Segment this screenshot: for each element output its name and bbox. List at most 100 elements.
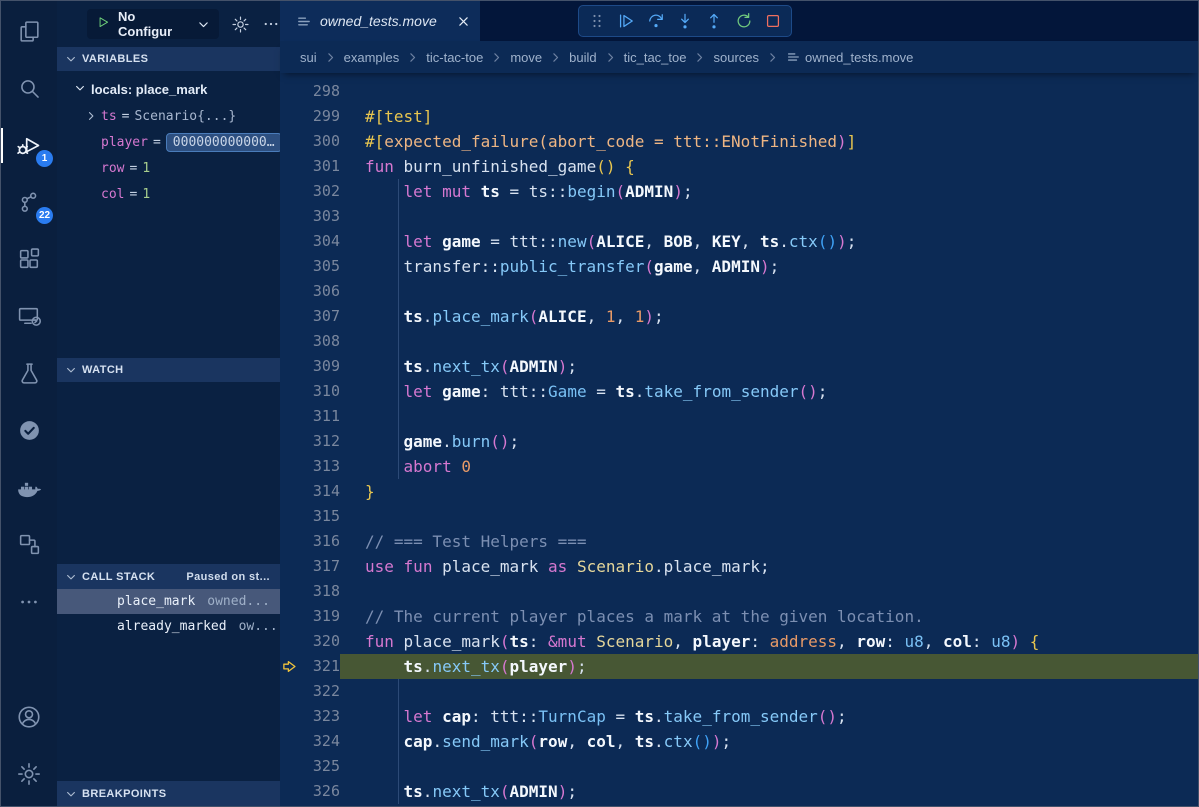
variable-row-player[interactable]: player=000000000000… [57,129,280,155]
line-number[interactable]: 318 [298,579,340,604]
activity-item-extensions[interactable] [1,231,57,288]
breakpoint-gutter-slot[interactable] [280,379,298,404]
line-number[interactable]: 316 [298,529,340,554]
breakpoint-gutter-slot[interactable] [280,729,298,754]
breadcrumb-item-tic_tac_toe[interactable]: tic_tac_toe [624,50,687,65]
breakpoint-gutter-slot[interactable] [280,529,298,554]
breakpoint-gutter-slot[interactable] [280,604,298,629]
breakpoint-gutter-slot[interactable] [280,504,298,529]
line-number[interactable]: 306 [298,279,340,304]
breakpoint-gutter-slot[interactable] [280,454,298,479]
line-number[interactable]: 299 [298,104,340,129]
line-number[interactable]: 326 [298,779,340,804]
breadcrumb-item-build[interactable]: build [569,50,596,65]
code-line-299[interactable]: 299#[test] [280,104,1198,129]
line-number[interactable]: 310 [298,379,340,404]
activity-item-accounts[interactable] [1,688,57,745]
variable-row-col[interactable]: col=1 [57,181,280,207]
close-icon[interactable] [457,15,470,28]
code-editor[interactable]: 298299#[test]300#[expected_failure(abort… [280,73,1198,806]
debug-restart-button[interactable] [732,9,756,33]
line-number[interactable]: 298 [298,79,340,104]
code-line-309[interactable]: 309 ts.next_tx(ADMIN); [280,354,1198,379]
breakpoint-gutter-slot[interactable] [280,779,298,804]
line-number[interactable]: 304 [298,229,340,254]
code-line-323[interactable]: 323 let cap: ttt::TurnCap = ts.take_from… [280,704,1198,729]
code-line-317[interactable]: 317use fun place_mark as Scenario.place_… [280,554,1198,579]
line-number[interactable]: 300 [298,129,340,154]
code-line-303[interactable]: 303 [280,204,1198,229]
variables-scope-row[interactable]: locals: place_mark [57,76,280,103]
breadcrumb-item-sui[interactable]: sui [300,50,317,65]
code-line-305[interactable]: 305 transfer::public_transfer(game, ADMI… [280,254,1198,279]
watch-section-header[interactable]: WATCH [57,358,280,382]
breakpoint-gutter-slot[interactable] [280,179,298,204]
code-line-298[interactable]: 298 [280,79,1198,104]
stack-frame-already_marked[interactable]: already_markedow... [57,614,280,639]
code-line-301[interactable]: 301fun burn_unfinished_game() { [280,154,1198,179]
code-line-324[interactable]: 324 cap.send_mark(row, col, ts.ctx()); [280,729,1198,754]
code-line-318[interactable]: 318 [280,579,1198,604]
activity-item-remote-explorer[interactable] [1,288,57,345]
breakpoint-gutter-slot[interactable] [280,629,298,654]
line-number[interactable]: 302 [298,179,340,204]
breakpoint-gutter-slot[interactable] [280,129,298,154]
breadcrumb-item-examples[interactable]: examples [344,50,400,65]
code-line-315[interactable]: 315 [280,504,1198,529]
stack-frame-place_mark[interactable]: place_markowned... [57,589,280,614]
line-number[interactable]: 308 [298,329,340,354]
line-number[interactable]: 314 [298,479,340,504]
debug-settings-gear-icon[interactable] [231,15,250,34]
breakpoint-gutter-slot[interactable] [280,679,298,704]
code-line-304[interactable]: 304 let game = ttt::new(ALICE, BOB, KEY,… [280,229,1198,254]
chevron-right-icon[interactable] [85,110,101,122]
breadcrumb-item-sources[interactable]: sources [713,50,759,65]
code-line-322[interactable]: 322 [280,679,1198,704]
debug-step-into-button[interactable] [673,9,697,33]
breakpoint-gutter-slot[interactable] [280,104,298,129]
debug-stop-button[interactable] [761,9,785,33]
line-number[interactable]: 319 [298,604,340,629]
variables-section-header[interactable]: VARIABLES [57,47,280,71]
breadcrumb-item-move[interactable]: move [510,50,542,65]
code-line-313[interactable]: 313 abort 0 [280,454,1198,479]
breakpoint-gutter-slot[interactable] [280,579,298,604]
activity-item-source-control[interactable]: 22 [1,174,57,231]
code-line-321[interactable]: 321 ts.next_tx(player); [280,654,1198,679]
activity-item-settings[interactable] [1,745,57,802]
breakpoint-gutter-slot[interactable] [280,254,298,279]
line-number[interactable]: 321 [298,654,340,679]
breakpoint-gutter-slot[interactable] [280,404,298,429]
breakpoint-gutter-slot[interactable] [280,554,298,579]
breakpoint-gutter-slot[interactable] [280,79,298,104]
line-number[interactable]: 307 [298,304,340,329]
code-line-316[interactable]: 316// === Test Helpers === [280,529,1198,554]
debug-config-dropdown[interactable]: No Configur [87,9,219,39]
debug-continue-button[interactable] [614,9,638,33]
breadcrumb-item-tic-tac-toe[interactable]: tic-tac-toe [426,50,483,65]
code-line-302[interactable]: 302 let mut ts = ts::begin(ADMIN); [280,179,1198,204]
variable-row-row[interactable]: row=1 [57,155,280,181]
code-line-326[interactable]: 326 ts.next_tx(ADMIN); [280,779,1198,804]
code-line-306[interactable]: 306 [280,279,1198,304]
line-number[interactable]: 301 [298,154,340,179]
breakpoint-gutter-slot[interactable] [280,229,298,254]
line-number[interactable]: 317 [298,554,340,579]
tab-owned-tests-move[interactable]: owned_tests.move [280,1,480,41]
activity-item-testing[interactable] [1,345,57,402]
code-line-307[interactable]: 307 ts.place_mark(ALICE, 1, 1); [280,304,1198,329]
code-line-300[interactable]: 300#[expected_failure(abort_code = ttt::… [280,129,1198,154]
line-number[interactable]: 324 [298,729,340,754]
breakpoint-gutter-slot[interactable] [280,154,298,179]
line-number[interactable]: 323 [298,704,340,729]
breakpoint-gutter-slot[interactable] [280,429,298,454]
code-line-314[interactable]: 314} [280,479,1198,504]
debug-step-out-button[interactable] [702,9,726,33]
code-line-311[interactable]: 311 [280,404,1198,429]
breakpoint-gutter-slot[interactable] [280,279,298,304]
activity-item-checks[interactable] [1,402,57,459]
current-frame-pointer-icon[interactable] [280,654,298,679]
line-number[interactable]: 320 [298,629,340,654]
breakpoint-gutter-slot[interactable] [280,329,298,354]
line-number[interactable]: 309 [298,354,340,379]
